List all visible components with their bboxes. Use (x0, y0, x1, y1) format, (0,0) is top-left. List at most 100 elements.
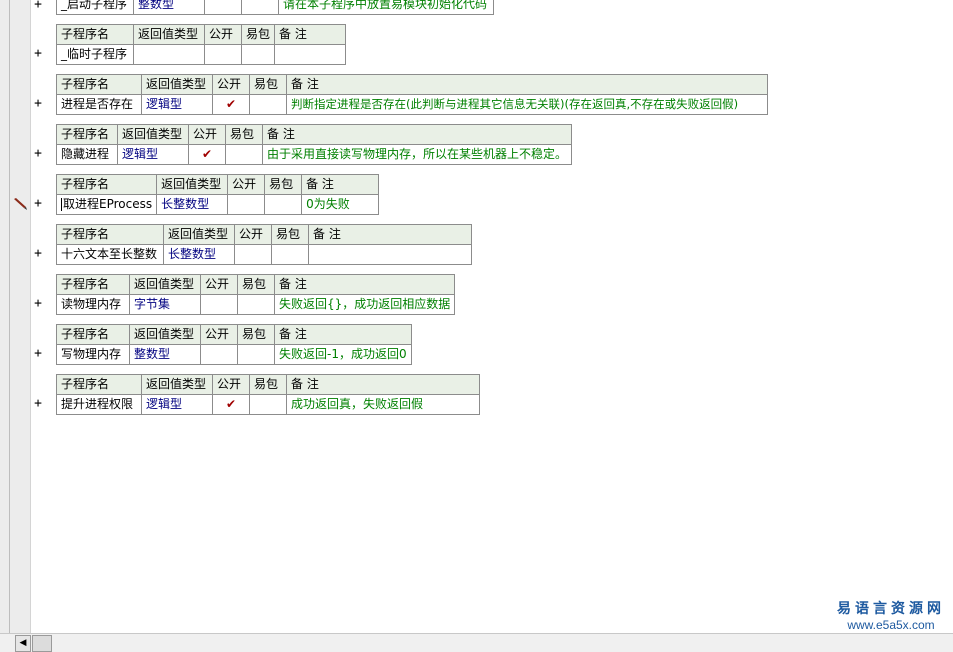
subroutine-name[interactable]: _临时子程序 (56, 44, 134, 65)
subroutine-easy-pack[interactable] (237, 294, 275, 315)
subroutine-public[interactable] (204, 0, 242, 15)
subroutine-note[interactable]: 请在本子程序中放置易模块初始化代码 (278, 0, 494, 15)
header-return-type: 返回值类型 (129, 324, 201, 345)
subroutine-return-type[interactable]: 整数型 (133, 0, 205, 15)
subroutine-easy-pack[interactable] (225, 144, 263, 165)
subroutine-name[interactable]: 提升进程权限 (56, 394, 142, 415)
subroutine-note[interactable]: 判断指定进程是否存在(此判断与进程其它信息无关联)(存在返回真,不存在或失败返回… (286, 94, 768, 115)
header-public: 公开 (212, 374, 250, 395)
subroutine-easy-pack[interactable] (264, 194, 303, 215)
header-name: 子程序名 (56, 24, 134, 45)
header-name: 子程序名 (56, 324, 130, 345)
public-check-icon[interactable]: ✔ (212, 94, 250, 115)
header-public: 公开 (234, 224, 272, 245)
header-note: 备 注 (274, 24, 347, 45)
public-check-icon[interactable]: ✔ (212, 394, 250, 415)
scroll-left-arrow-icon[interactable]: ◀ (15, 635, 31, 652)
subroutine-return-type[interactable] (133, 44, 205, 65)
header-return-type: 返回值类型 (117, 124, 189, 145)
subroutine-name[interactable]: 取进程EProcess (55, 194, 158, 215)
subroutine-easy-pack[interactable] (271, 244, 309, 265)
subroutine-table: 子程序名 返回值类型 公开 易包 备 注 取进程EProcess 长整数型 0为… (55, 174, 380, 215)
public-check-icon[interactable]: ✔ (188, 144, 226, 165)
subroutine-note[interactable]: 失败返回-1，成功返回0 (274, 344, 412, 365)
subroutine-return-type[interactable]: 字节集 (129, 294, 201, 315)
header-name: 子程序名 (56, 124, 118, 145)
subroutine-public[interactable] (227, 194, 266, 215)
subroutine-public[interactable] (234, 244, 272, 265)
expand-icon[interactable]: + (31, 247, 45, 261)
subroutine-name[interactable]: _启动子程序 (56, 0, 134, 15)
subroutine-easy-pack[interactable] (241, 0, 279, 15)
subroutine-note[interactable]: 0为失败 (301, 194, 380, 215)
subroutine-return-type[interactable]: 长整数型 (163, 244, 235, 265)
expand-icon[interactable]: + (31, 297, 45, 311)
header-easy-pack: 易包 (240, 24, 276, 45)
header-public: 公开 (200, 324, 238, 345)
subroutine-easy-pack[interactable] (249, 394, 287, 415)
header-note: 备 注 (301, 174, 380, 195)
gutter-divider (9, 0, 10, 634)
subroutine-easy-pack[interactable] (249, 94, 287, 115)
subroutine-return-type[interactable]: 逻辑型 (117, 144, 189, 165)
expand-icon[interactable]: + (31, 147, 45, 161)
header-note: 备 注 (286, 74, 768, 95)
header-name: 子程序名 (56, 74, 142, 95)
subroutine-return-type[interactable]: 长整数型 (156, 194, 229, 215)
subroutine-name[interactable]: 隐藏进程 (56, 144, 118, 165)
expand-icon[interactable]: + (31, 47, 45, 61)
header-note: 备 注 (308, 224, 472, 245)
watermark-url: www.e5a5x.com (847, 618, 935, 632)
scroll-thumb[interactable] (32, 635, 52, 652)
header-public: 公开 (200, 274, 238, 295)
horizontal-scrollbar[interactable]: ◀ (0, 633, 953, 652)
subroutine-note[interactable]: 失败返回{}，成功返回相应数据 (273, 294, 456, 315)
header-easy-pack: 易包 (237, 274, 275, 295)
header-name: 子程序名 (56, 224, 164, 245)
subroutine-note[interactable] (308, 244, 472, 265)
subroutine-table: 子程序名 返回值类型 公开 易包 备 注 隐藏进程 逻辑型 ✔ 由于采用直接读写… (56, 124, 573, 165)
header-note: 备 注 (261, 124, 573, 145)
expand-icon[interactable]: + (31, 97, 45, 111)
subroutine-table: 子程序名 返回值类型 公开 易包 备 注 _临时子程序 (56, 24, 347, 65)
subroutine-public[interactable] (200, 344, 238, 365)
subroutine-note[interactable]: 成功返回真，失败返回假 (286, 394, 480, 415)
header-easy-pack: 易包 (249, 74, 287, 95)
subroutine-table: 子程序名 返回值类型 公开 易包 备 注 写物理内存 整数型 失败返回-1，成功… (56, 324, 412, 365)
subroutine-name[interactable]: 十六文本至长整数 (56, 244, 164, 265)
header-easy-pack: 易包 (271, 224, 309, 245)
header-public: 公开 (204, 24, 242, 45)
subroutine-name[interactable]: 进程是否存在 (56, 94, 142, 115)
subroutine-name[interactable]: 写物理内存 (56, 344, 130, 365)
expand-icon[interactable]: + (31, 397, 45, 411)
header-return-type: 返回值类型 (133, 24, 205, 45)
subroutine-table: _启动子程序 整数型 请在本子程序中放置易模块初始化代码 (56, 0, 494, 15)
subroutine-return-type[interactable]: 整数型 (129, 344, 201, 365)
header-note: 备 注 (286, 374, 480, 395)
subroutine-public[interactable] (204, 44, 242, 65)
subroutine-note[interactable]: 由于采用直接读写物理内存，所以在某些机器上不稳定。 (261, 144, 573, 165)
subroutine-easy-pack[interactable] (240, 44, 276, 65)
site-watermark: 易语言资源网 www.e5a5x.com (837, 598, 945, 632)
subroutine-return-type[interactable]: 逻辑型 (141, 94, 213, 115)
header-easy-pack: 易包 (264, 174, 303, 195)
current-line-pen-icon (14, 198, 27, 210)
subroutine-easy-pack[interactable] (237, 344, 275, 365)
subroutine-public[interactable] (200, 294, 238, 315)
subroutine-table: 子程序名 返回值类型 公开 易包 备 注 进程是否存在 逻辑型 ✔ 判断指定进程… (56, 74, 768, 115)
header-note: 备 注 (273, 274, 456, 295)
subroutine-table: 子程序名 返回值类型 公开 易包 备 注 提升进程权限 逻辑型 ✔ 成功返回真，… (56, 374, 480, 415)
subroutine-table: 子程序名 返回值类型 公开 易包 备 注 读物理内存 字节集 失败返回{}，成功… (56, 274, 456, 315)
header-return-type: 返回值类型 (141, 374, 213, 395)
expand-icon[interactable]: + (31, 197, 45, 211)
header-note: 备 注 (274, 324, 412, 345)
subroutine-note[interactable] (274, 44, 347, 65)
header-name: 子程序名 (56, 274, 130, 295)
header-name: 子程序名 (55, 174, 158, 195)
subroutine-name-text: 取进程EProcess (63, 197, 153, 211)
expand-icon[interactable]: + (31, 347, 45, 361)
expand-icon[interactable]: + (31, 0, 45, 12)
subroutine-return-type[interactable]: 逻辑型 (141, 394, 213, 415)
header-easy-pack: 易包 (249, 374, 287, 395)
subroutine-name[interactable]: 读物理内存 (56, 294, 130, 315)
